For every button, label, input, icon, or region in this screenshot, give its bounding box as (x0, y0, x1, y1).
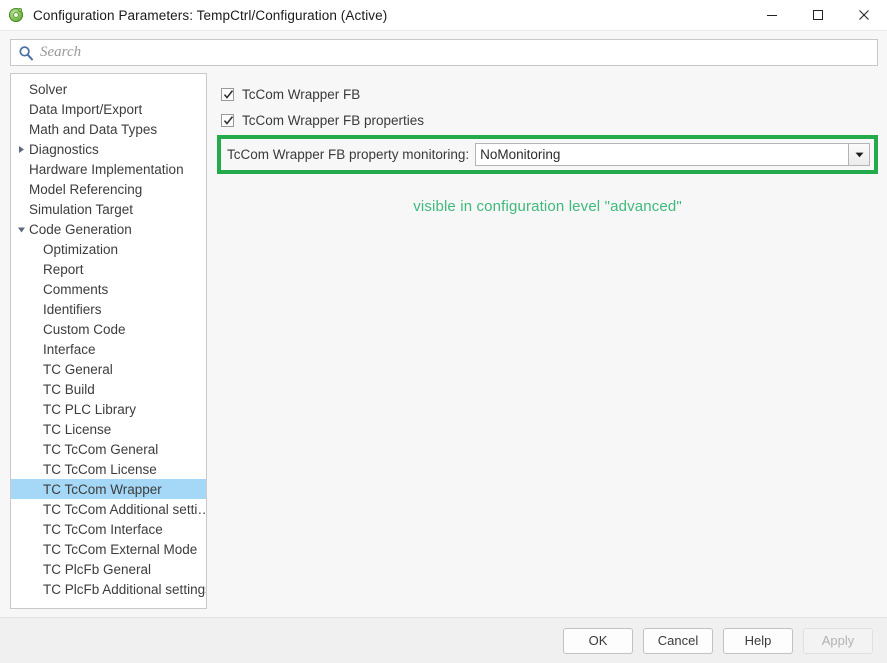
check-icon (223, 115, 234, 125)
dropdown-toggle-button[interactable] (848, 144, 869, 165)
dialog-body: Solver Data Import/Export Math and Data Ty… (0, 73, 887, 617)
sidebar-item-custom-code[interactable]: Custom Code (11, 319, 206, 339)
search-input[interactable] (40, 44, 877, 61)
sidebar-item-label: Interface (43, 341, 96, 357)
maximize-icon (813, 10, 823, 20)
sidebar-item-label: TC TcCom Additional setti… (43, 501, 206, 517)
sidebar-item-tc-build[interactable]: TC Build (11, 379, 206, 399)
annotation-text: visible in configuration level "advanced… (413, 198, 682, 215)
sidebar-item-tc-general[interactable]: TC General (11, 359, 206, 379)
property-monitoring-value[interactable]: NoMonitoring (476, 144, 848, 165)
chevron-down-icon[interactable] (13, 225, 29, 234)
sidebar-item-tc-tccom-general[interactable]: TC TcCom General (11, 439, 206, 459)
sidebar-item-label: TC PLC Library (43, 401, 137, 417)
checkbox-label-tccom-wrapper-fb: TcCom Wrapper FB (242, 86, 361, 102)
sidebar-item-label: TC PlcFb Additional settings (43, 581, 206, 597)
sidebar-item-comments[interactable]: Comments (11, 279, 206, 299)
settings-tree[interactable]: Solver Data Import/Export Math and Data Ty… (10, 73, 207, 609)
sidebar-item-label: Math and Data Types (29, 121, 158, 137)
sidebar-item-label: TC TcCom External Mode (43, 541, 198, 557)
sidebar-item-label: Identifiers (43, 301, 102, 317)
window-controls (749, 0, 887, 31)
dialog-footer: OK Cancel Help Apply (0, 617, 887, 663)
configuration-parameters-window: Configuration Parameters: TempCtrl/Confi… (0, 0, 887, 663)
minimize-button[interactable] (749, 0, 795, 31)
simulink-config-icon (9, 7, 25, 23)
check-icon (223, 89, 234, 99)
settings-content-pane: TcCom Wrapper FB TcCom Wrapper FB proper… (207, 73, 887, 617)
sidebar-item-model-referencing[interactable]: Model Referencing (11, 179, 206, 199)
window-title: Configuration Parameters: TempCtrl/Confi… (33, 7, 388, 23)
sidebar-item-optimization[interactable]: Optimization (11, 239, 206, 259)
title-bar: Configuration Parameters: TempCtrl/Confi… (0, 0, 887, 31)
sidebar-item-label: TC TcCom General (43, 441, 159, 457)
close-button[interactable] (841, 0, 887, 31)
search-box[interactable] (10, 39, 878, 66)
sidebar-item-label: TC PlcFb General (43, 561, 152, 577)
chevron-right-icon[interactable] (13, 145, 29, 154)
checkbox-tccom-wrapper-fb-properties[interactable] (221, 113, 234, 127)
sidebar-item-label: Hardware Implementation (29, 161, 184, 177)
sidebar-item-tc-tccom-license[interactable]: TC TcCom License (11, 459, 206, 479)
sidebar-item-tc-tccom-interface[interactable]: TC TcCom Interface (11, 519, 206, 539)
checkbox-label-tccom-wrapper-fb-properties: TcCom Wrapper FB properties (242, 112, 425, 128)
apply-button: Apply (803, 627, 873, 654)
sidebar-item-label: Simulation Target (29, 201, 134, 217)
sidebar-item-tc-tccom-wrapper[interactable]: TC TcCom Wrapper (11, 479, 206, 499)
checkbox-row[interactable]: TcCom Wrapper FB (217, 83, 878, 105)
sidebar-item-label: Data Import/Export (29, 101, 143, 117)
property-monitoring-highlight: TcCom Wrapper FB property monitoring: No… (217, 135, 878, 174)
maximize-button[interactable] (795, 0, 841, 31)
sidebar-item-label: Solver (29, 81, 68, 97)
sidebar-item-label: Diagnostics (29, 141, 99, 157)
minimize-icon (767, 15, 777, 16)
sidebar-item-identifiers[interactable]: Identifiers (11, 299, 206, 319)
help-button[interactable]: Help (723, 627, 793, 654)
search-bar (0, 31, 887, 73)
property-monitoring-label: TcCom Wrapper FB property monitoring: (227, 147, 470, 162)
sidebar-item-diagnostics[interactable]: Diagnostics (11, 139, 206, 159)
checkbox-tccom-wrapper-fb[interactable] (221, 87, 234, 101)
sidebar-item-data-import-export[interactable]: Data Import/Export (11, 99, 206, 119)
ok-button[interactable]: OK (563, 627, 633, 654)
property-monitoring-dropdown[interactable]: NoMonitoring (475, 143, 870, 166)
sidebar-item-tc-plc-library[interactable]: TC PLC Library (11, 399, 206, 419)
sidebar-item-label: TC TcCom License (43, 461, 157, 477)
sidebar-item-tc-tccom-additional-setti[interactable]: TC TcCom Additional setti… (11, 499, 206, 519)
sidebar-item-code-generation[interactable]: Code Generation (11, 219, 206, 239)
sidebar-item-label: TC General (43, 361, 113, 377)
sidebar-item-hardware-implementation[interactable]: Hardware Implementation (11, 159, 206, 179)
sidebar-item-label: TC TcCom Wrapper (43, 481, 162, 497)
sidebar-item-label: TC TcCom Interface (43, 521, 163, 537)
close-icon (859, 10, 869, 20)
sidebar-item-label: TC License (43, 421, 112, 437)
sidebar-item-tc-plcfb-additional-settings[interactable]: TC PlcFb Additional settings (11, 579, 206, 599)
cancel-button[interactable]: Cancel (643, 627, 713, 654)
chevron-down-icon (855, 152, 863, 158)
search-icon (18, 45, 34, 61)
sidebar-item-label: Comments (43, 281, 109, 297)
sidebar-item-label: Model Referencing (29, 181, 143, 197)
sidebar-item-tc-tccom-external-mode[interactable]: TC TcCom External Mode (11, 539, 206, 559)
sidebar-item-tc-plcfb-general[interactable]: TC PlcFb General (11, 559, 206, 579)
sidebar-item-label: Report (43, 261, 84, 277)
sidebar-item-label: Code Generation (29, 221, 132, 237)
sidebar-item-interface[interactable]: Interface (11, 339, 206, 359)
sidebar-item-label: Optimization (43, 241, 119, 257)
sidebar-item-simulation-target[interactable]: Simulation Target (11, 199, 206, 219)
sidebar-item-label: Custom Code (43, 321, 126, 337)
sidebar-item-tc-license[interactable]: TC License (11, 419, 206, 439)
sidebar-item-solver[interactable]: Solver (11, 79, 206, 99)
sidebar-item-report[interactable]: Report (11, 259, 206, 279)
sidebar-item-label: TC Build (43, 381, 95, 397)
sidebar-item-math-and-data-types[interactable]: Math and Data Types (11, 119, 206, 139)
checkbox-row[interactable]: TcCom Wrapper FB properties (217, 109, 878, 131)
